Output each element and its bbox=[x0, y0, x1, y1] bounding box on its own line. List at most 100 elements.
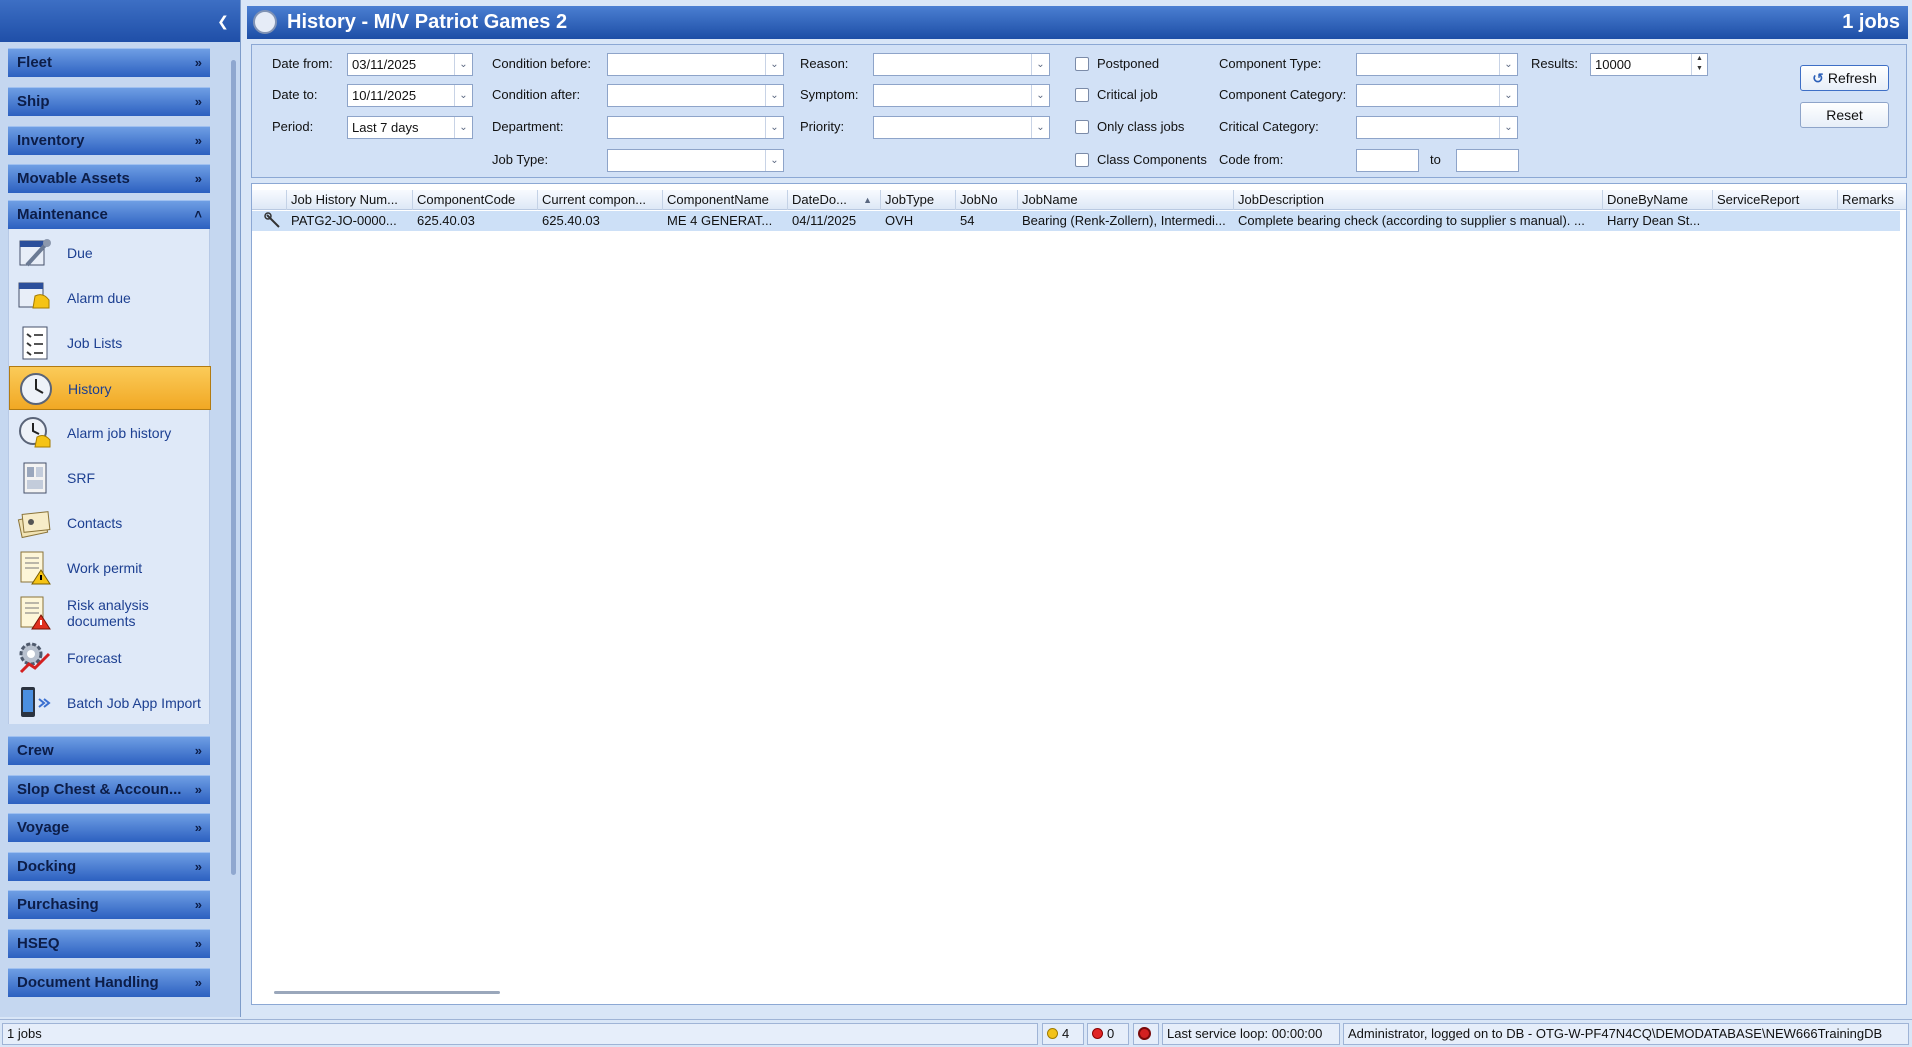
sidebar-scrollbar[interactable] bbox=[231, 60, 236, 875]
condition-before-select[interactable]: ⌄ bbox=[607, 53, 784, 76]
critical-category-select[interactable]: ⌄ bbox=[1356, 116, 1518, 139]
component-category-select[interactable]: ⌄ bbox=[1356, 84, 1518, 107]
code-from-label: Code from: bbox=[1219, 152, 1284, 167]
only-class-jobs-checkbox[interactable] bbox=[1075, 120, 1089, 134]
date-to-picker[interactable]: 10/11/2025 ⌄ bbox=[347, 84, 473, 107]
nav-item-batch-job-app-import[interactable]: Batch Job App Import bbox=[9, 681, 211, 725]
column-header[interactable]: JobNo bbox=[956, 190, 1018, 210]
chevron-down-icon[interactable]: ⌄ bbox=[1031, 54, 1049, 75]
nav-item-alarm-due[interactable]: Alarm due bbox=[9, 276, 211, 320]
nav-item-label: Job Lists bbox=[67, 335, 123, 351]
table-cell: Bearing (Renk-Zollern), Intermedi... bbox=[1022, 213, 1226, 228]
stepper-arrows-icon[interactable]: ▲ ▼ bbox=[1691, 54, 1707, 75]
main-content: History - M/V Patriot Games 2 1 jobs Dat… bbox=[245, 0, 1912, 1017]
chevron-down-icon[interactable]: ⌄ bbox=[1031, 85, 1049, 106]
reason-label: Reason: bbox=[800, 56, 849, 71]
period-label: Period: bbox=[272, 119, 314, 134]
nav-item-alarm-job-history[interactable]: Alarm job history bbox=[9, 411, 211, 455]
nav-item-contacts[interactable]: Contacts bbox=[9, 501, 211, 545]
column-header[interactable]: Remarks bbox=[1838, 190, 1906, 210]
clock-history-icon bbox=[20, 373, 52, 405]
nav-item-work-permit[interactable]: Work permit bbox=[9, 546, 211, 590]
nav-item-srf[interactable]: SRF bbox=[9, 456, 211, 500]
nav-item-due[interactable]: Due bbox=[9, 231, 211, 275]
status-warnings[interactable]: 4 bbox=[1042, 1023, 1084, 1045]
postponed-checkbox[interactable] bbox=[1075, 57, 1089, 71]
nav-section-ship[interactable]: Ship » bbox=[8, 87, 210, 116]
critical-job-label: Critical job bbox=[1097, 87, 1158, 102]
nav-item-job-lists[interactable]: Job Lists bbox=[9, 321, 211, 365]
nav-section-inventory[interactable]: Inventory » bbox=[8, 126, 210, 155]
expand-icon: » bbox=[194, 936, 202, 951]
results-stepper[interactable]: 10000 ▲ ▼ bbox=[1590, 53, 1708, 76]
chevron-down-icon[interactable]: ⌄ bbox=[765, 150, 783, 171]
chevron-down-icon[interactable]: ⌄ bbox=[1499, 85, 1517, 106]
nav-section-movable-assets[interactable]: Movable Assets » bbox=[8, 164, 210, 193]
date-from-label: Date from: bbox=[272, 56, 333, 71]
code-from-input[interactable] bbox=[1356, 149, 1419, 172]
chevron-down-icon[interactable]: ⌄ bbox=[765, 117, 783, 138]
column-header[interactable]: JobName bbox=[1018, 190, 1234, 210]
refresh-button[interactable]: ↺ Refresh bbox=[1800, 65, 1889, 91]
chevron-down-icon[interactable]: ⌄ bbox=[1499, 117, 1517, 138]
horizontal-scrollbar[interactable] bbox=[274, 991, 500, 994]
table-row[interactable]: PATG2-JO-0000... 625.40.03 625.40.03 ME … bbox=[252, 211, 1900, 231]
column-header-sorted[interactable]: DateDo... ▲ bbox=[788, 190, 881, 210]
chevron-down-icon[interactable]: ⌄ bbox=[1031, 117, 1049, 138]
status-errors[interactable]: 0 bbox=[1087, 1023, 1129, 1045]
priority-select[interactable]: ⌄ bbox=[873, 116, 1050, 139]
job-type-select[interactable]: ⌄ bbox=[607, 149, 784, 172]
chevron-down-icon[interactable]: ⌄ bbox=[765, 85, 783, 106]
reason-select[interactable]: ⌄ bbox=[873, 53, 1050, 76]
chevron-down-icon[interactable]: ⌄ bbox=[1499, 54, 1517, 75]
nav-section-slop-chest[interactable]: Slop Chest & Accoun... » bbox=[8, 775, 210, 804]
nav-section-purchasing[interactable]: Purchasing » bbox=[8, 890, 210, 919]
postponed-label: Postponed bbox=[1097, 56, 1160, 71]
nav-section-crew[interactable]: Crew » bbox=[8, 736, 210, 765]
collapse-sidebar-icon[interactable]: ❮ bbox=[214, 12, 232, 30]
job-count: 1 jobs bbox=[1842, 11, 1900, 33]
table-cell: PATG2-JO-0000... bbox=[291, 213, 397, 228]
critical-job-checkbox[interactable] bbox=[1075, 88, 1089, 102]
column-header[interactable]: ComponentCode bbox=[413, 190, 538, 210]
code-to-input[interactable] bbox=[1456, 149, 1519, 172]
expand-icon: » bbox=[194, 782, 202, 797]
chevron-down-icon[interactable]: ⌄ bbox=[454, 117, 472, 138]
permit-warning-icon bbox=[20, 551, 51, 585]
nav-section-label: Fleet bbox=[17, 54, 53, 71]
column-header[interactable]: JobDescription bbox=[1234, 190, 1603, 210]
column-header[interactable]: ServiceReport bbox=[1713, 190, 1838, 210]
column-header[interactable]: JobType bbox=[881, 190, 956, 210]
nav-section-document-handling[interactable]: Document Handling » bbox=[8, 968, 210, 997]
nav-section-voyage[interactable]: Voyage » bbox=[8, 813, 210, 842]
symptom-select[interactable]: ⌄ bbox=[873, 84, 1050, 107]
nav-item-forecast[interactable]: Forecast bbox=[9, 636, 211, 680]
chevron-down-icon[interactable]: ⌄ bbox=[765, 54, 783, 75]
status-login: Administrator, logged on to DB - OTG-W-P… bbox=[1343, 1023, 1909, 1045]
nav-section-hseq[interactable]: HSEQ » bbox=[8, 929, 210, 958]
condition-after-select[interactable]: ⌄ bbox=[607, 84, 784, 107]
risk-document-icon bbox=[20, 596, 51, 630]
nav-section-label: Inventory bbox=[17, 132, 85, 149]
period-select[interactable]: Last 7 days ⌄ bbox=[347, 116, 473, 139]
column-header[interactable]: Current compon... bbox=[538, 190, 663, 210]
chevron-down-icon[interactable]: ⌄ bbox=[454, 85, 472, 106]
nav-item-risk-analysis[interactable]: Risk analysis documents bbox=[9, 591, 211, 635]
reset-button[interactable]: Reset bbox=[1800, 102, 1889, 128]
nav-section-fleet[interactable]: Fleet » bbox=[8, 48, 210, 77]
nav-section-label: Document Handling bbox=[17, 974, 159, 991]
component-type-select[interactable]: ⌄ bbox=[1356, 53, 1518, 76]
nav-section-label: Purchasing bbox=[17, 896, 99, 913]
status-connection[interactable] bbox=[1133, 1023, 1159, 1045]
date-from-picker[interactable]: 03/11/2025 ⌄ bbox=[347, 53, 473, 76]
column-header[interactable]: DoneByName bbox=[1603, 190, 1713, 210]
department-select[interactable]: ⌄ bbox=[607, 116, 784, 139]
class-components-checkbox[interactable] bbox=[1075, 153, 1089, 167]
column-header[interactable]: ComponentName bbox=[663, 190, 788, 210]
department-label: Department: bbox=[492, 119, 564, 134]
column-header[interactable]: Job History Num... bbox=[287, 190, 413, 210]
nav-section-docking[interactable]: Docking » bbox=[8, 852, 210, 881]
nav-item-history[interactable]: History bbox=[9, 366, 211, 410]
chevron-down-icon[interactable]: ⌄ bbox=[454, 54, 472, 75]
nav-section-maintenance[interactable]: Maintenance ˄ bbox=[8, 200, 210, 229]
